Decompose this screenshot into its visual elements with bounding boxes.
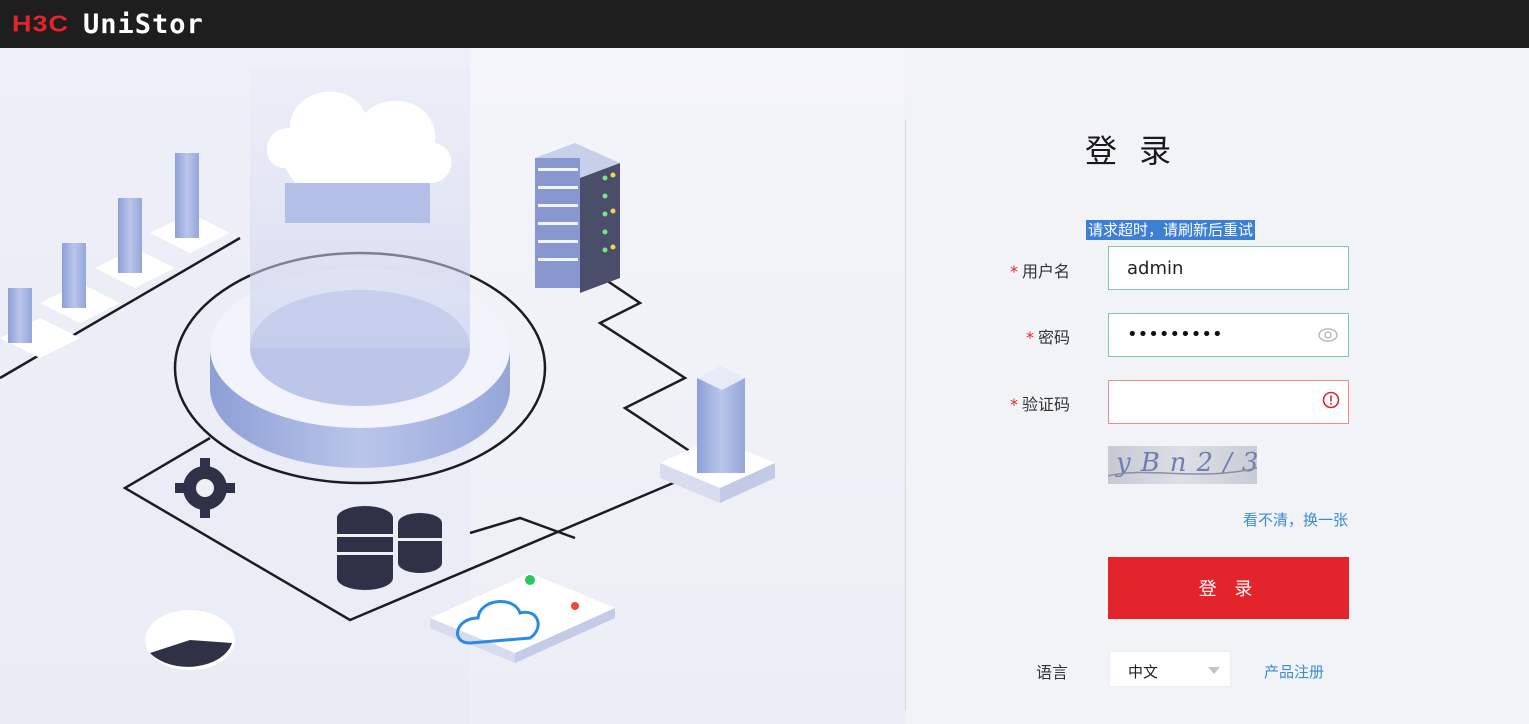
required-marker: *	[1025, 328, 1034, 347]
password-label: * 密码	[950, 324, 1070, 348]
storage-illustration	[0, 48, 905, 724]
language-label: 语言	[1036, 663, 1069, 682]
username-field[interactable]	[1108, 246, 1349, 290]
server-icon	[535, 143, 620, 293]
product-name: UniStor	[83, 8, 204, 40]
password-label-text: 密码	[1037, 328, 1070, 347]
captcha-field[interactable]	[1108, 380, 1349, 424]
pie-chart-graphic	[145, 610, 235, 670]
product-register-link[interactable]: 产品注册	[1264, 661, 1324, 682]
refresh-captcha-link[interactable]: 看不清，换一张	[1243, 509, 1348, 530]
error-message: 请求超时，请刷新后重试	[1086, 220, 1256, 240]
captcha-image[interactable]: yBn2/3	[1108, 446, 1257, 484]
eye-icon[interactable]	[1318, 327, 1338, 343]
captcha-input[interactable]	[1127, 381, 1317, 423]
captcha-label-text: 验证码	[1021, 395, 1070, 414]
required-marker: *	[1009, 262, 1018, 281]
captcha-label: * 验证码	[950, 391, 1070, 415]
username-label-text: 用户名	[1021, 262, 1070, 281]
login-title: 登 录	[1085, 132, 1178, 170]
top-bar: H3C UniStor	[0, 0, 1529, 48]
language-value: 中文	[1128, 663, 1159, 681]
divider	[905, 120, 906, 710]
chevron-down-icon	[1208, 667, 1220, 674]
brand-logo-text: H3C	[12, 10, 70, 37]
logo: H3C UniStor	[12, 9, 204, 40]
password-input[interactable]: •••••••••	[1127, 324, 1223, 345]
alert-icon	[1322, 391, 1340, 409]
password-field[interactable]: •••••••••	[1108, 313, 1349, 357]
username-input[interactable]	[1127, 247, 1317, 289]
login-button[interactable]: 登 录	[1108, 557, 1349, 619]
captcha-noise	[1108, 467, 1257, 477]
language-select[interactable]: 中文	[1109, 651, 1231, 687]
cloud-cylinder-graphic	[210, 68, 510, 468]
username-label: * 用户名	[950, 258, 1070, 282]
required-marker: *	[1009, 395, 1018, 414]
